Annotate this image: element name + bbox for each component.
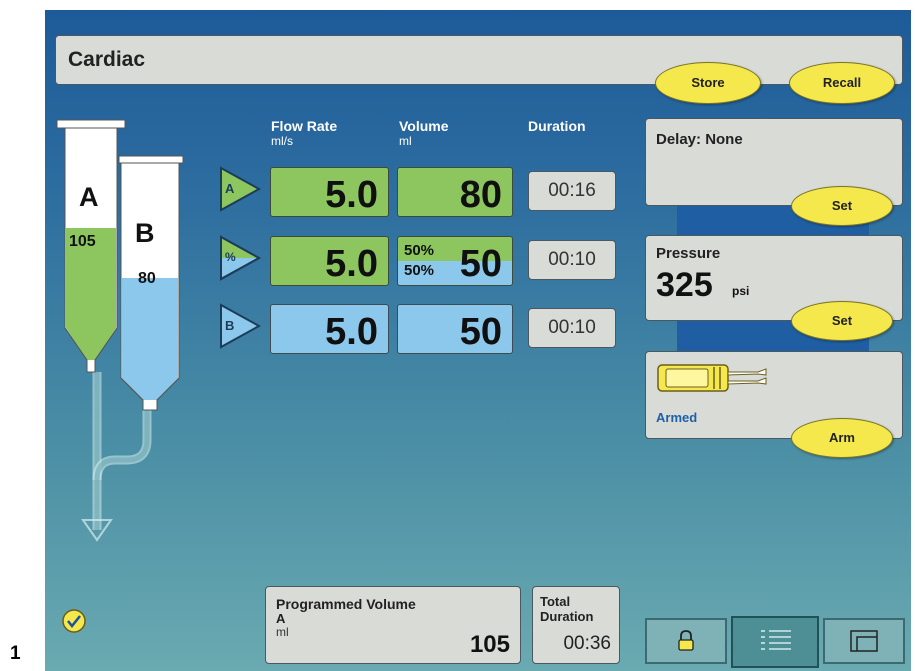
protocol-title: Cardiac xyxy=(68,48,146,71)
phase-1-volume-value: 80 xyxy=(459,174,502,216)
pressure-value: 325 xyxy=(656,266,713,304)
phase-3-duration: 00:10 xyxy=(528,308,616,348)
check-icon[interactable] xyxy=(61,608,87,634)
figure-number: 1 xyxy=(10,643,21,664)
step-view-button[interactable] xyxy=(823,618,905,664)
total-duration-box: Total Duration 00:36 xyxy=(532,586,620,664)
programmed-volume-unit: ml xyxy=(276,625,289,639)
store-button[interactable]: Store xyxy=(655,62,761,104)
phase-1-flow-rate[interactable]: 5.0 xyxy=(270,167,389,217)
lock-icon xyxy=(678,630,694,651)
phase-2-percent-b: 50% xyxy=(404,262,435,279)
phase-2-flow-value: 5.0 xyxy=(325,243,378,285)
delay-set-button[interactable]: Set xyxy=(791,186,893,226)
recall-button[interactable]: Recall xyxy=(789,62,895,104)
flow-rate-unit: ml/s xyxy=(271,134,293,148)
programmed-volume-syringe: A xyxy=(276,611,286,626)
syringe-a-volume: 105 xyxy=(69,233,96,250)
syringe-a-letter: A xyxy=(79,182,99,212)
phase-2-duration: 00:10 xyxy=(528,240,616,280)
pressure-label: Pressure xyxy=(656,245,721,262)
armed-status: Armed xyxy=(656,410,698,425)
phase-2-flow-rate[interactable]: 5.0 xyxy=(270,236,389,286)
syringe-tubing-icon xyxy=(56,119,184,542)
arm-button[interactable]: Arm xyxy=(791,418,893,458)
duration-label: Duration xyxy=(540,609,594,624)
programmed-volume-box: Programmed Volume A ml 105 xyxy=(265,586,521,664)
injector-head-icon xyxy=(657,364,767,392)
programmed-volume-title: Programmed Volume xyxy=(276,596,416,612)
phase-2-type: % xyxy=(225,250,236,264)
phase-3-flow-rate[interactable]: 5.0 xyxy=(270,304,389,354)
volume-unit: ml xyxy=(399,134,412,148)
phase-3-type: B xyxy=(225,318,235,333)
phase-2-percent-a: 50% xyxy=(404,242,435,259)
pressure-unit: psi xyxy=(732,284,750,298)
syringe-b-letter: B xyxy=(135,218,155,248)
phase-3-flow-value: 5.0 xyxy=(325,311,378,353)
phase-1-duration: 00:16 xyxy=(528,171,616,211)
flow-rate-header: Flow Rate xyxy=(271,118,338,134)
programmed-volume-value: 105 xyxy=(469,631,510,658)
phase-3-volume-value: 50 xyxy=(459,311,502,353)
total-label: Total xyxy=(540,594,571,609)
step-icon xyxy=(850,630,878,652)
total-duration-value: 00:36 xyxy=(563,633,611,654)
lock-button[interactable] xyxy=(645,618,727,664)
protocol-title-bar: Cardiac xyxy=(55,35,903,85)
duration-header: Duration xyxy=(528,118,586,134)
injector-screen: Cardiac Store Recall A 105 B 80 Flow Rat… xyxy=(45,10,911,671)
phase-2-volume-value: 50 xyxy=(459,243,502,285)
pressure-set-button[interactable]: Set xyxy=(791,301,893,341)
phase-3-volume[interactable]: 50 xyxy=(397,304,513,354)
delay-label: Delay: None xyxy=(656,131,743,148)
phase-1-type: A xyxy=(225,181,235,196)
phase-1-volume[interactable]: 80 xyxy=(397,167,513,217)
list-view-button[interactable] xyxy=(731,616,819,668)
syringe-b-volume: 80 xyxy=(138,270,156,287)
volume-header: Volume xyxy=(399,118,449,134)
list-icon xyxy=(761,630,791,650)
phase-1-flow-value: 5.0 xyxy=(325,174,378,216)
phase-2-volume[interactable]: 50% 50% 50 xyxy=(397,236,513,286)
